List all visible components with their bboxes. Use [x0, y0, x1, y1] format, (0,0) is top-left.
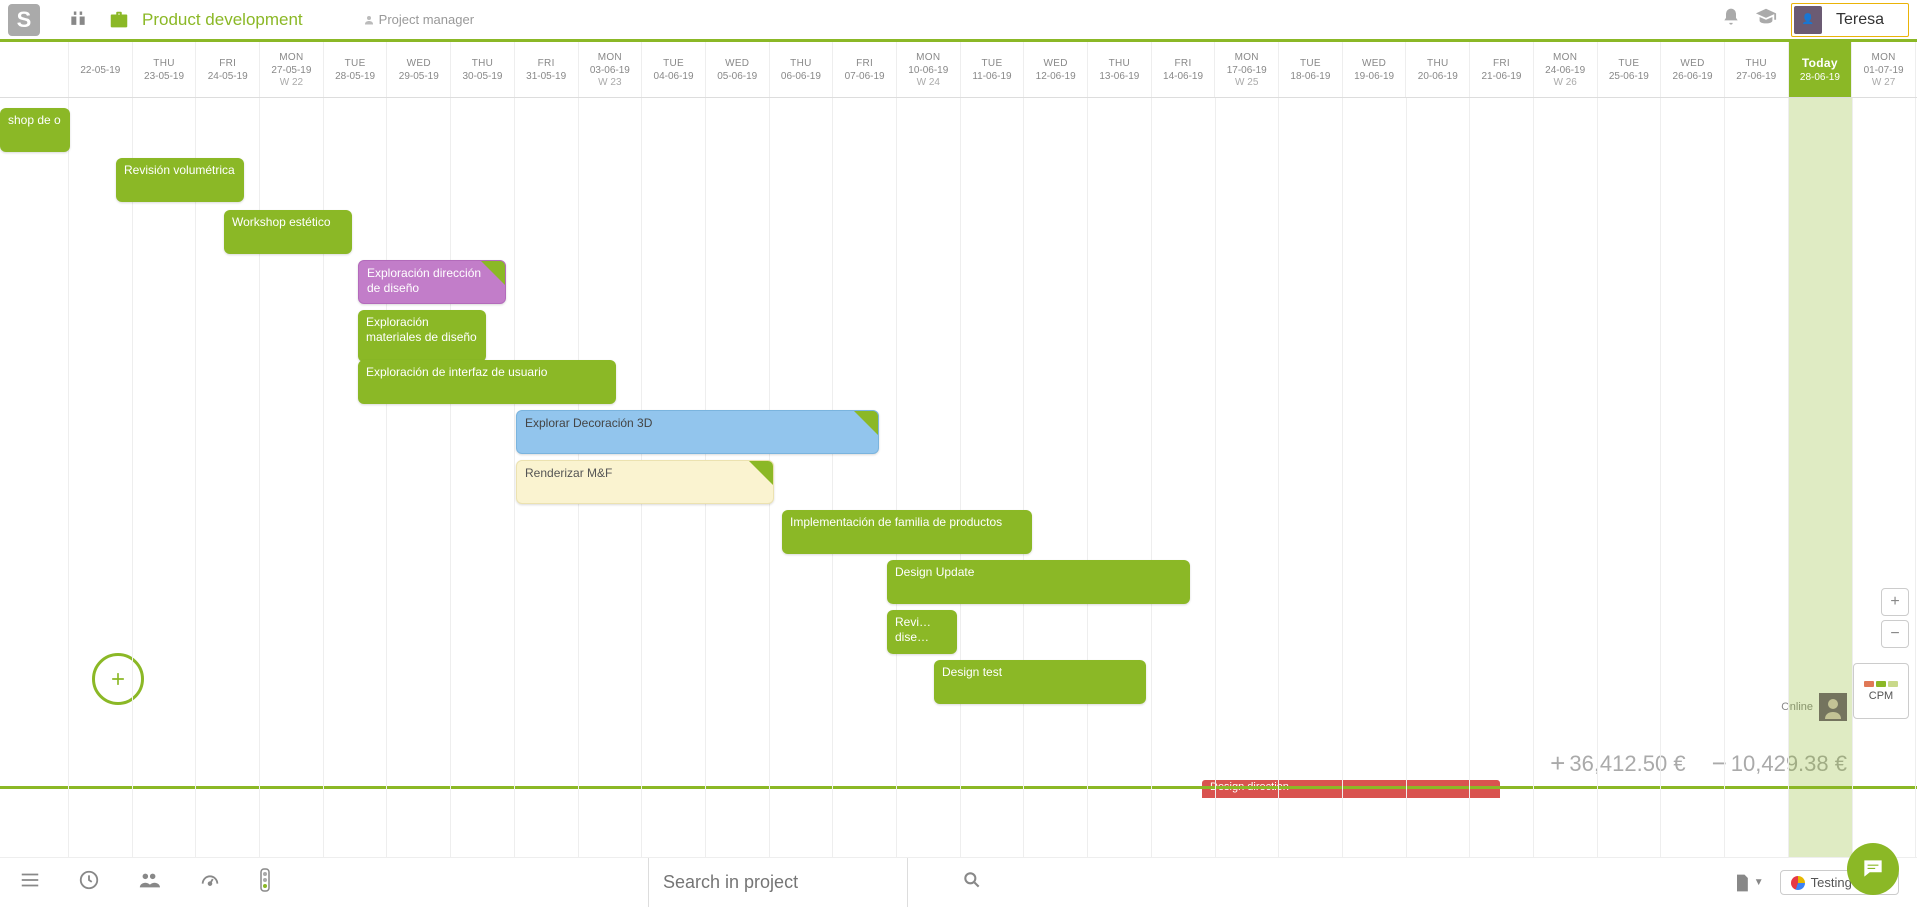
- avatar: 👤: [1794, 6, 1822, 34]
- timeline-col[interactable]: FRI21-06-19: [1470, 42, 1534, 97]
- timeline-col[interactable]: 22-05-19: [69, 42, 133, 97]
- grid-column: [1216, 98, 1280, 857]
- gantt-task[interactable]: Design Update: [887, 560, 1190, 604]
- gantt-task[interactable]: Revi… dise…: [887, 610, 957, 654]
- timeline-col[interactable]: TUE28-05-19: [324, 42, 388, 97]
- timeline-col[interactable]: MON01-07-19W 27: [1852, 42, 1916, 97]
- team-icon[interactable]: [136, 869, 162, 897]
- search-wrap: [648, 858, 908, 907]
- grid-column: [1853, 98, 1917, 857]
- grid-column: [897, 98, 961, 857]
- topbar-right: 👤 Teresa: [1721, 3, 1909, 37]
- timeline-col[interactable]: WED26-06-19: [1661, 42, 1725, 97]
- gantt-task[interactable]: Exploración materiales de diseño: [358, 310, 486, 362]
- timeline-col[interactable]: FRI07-06-19: [833, 42, 897, 97]
- graduation-icon[interactable]: [1755, 6, 1777, 33]
- timeline-col[interactable]: TUE25-06-19: [1598, 42, 1662, 97]
- timeline-col[interactable]: [0, 42, 69, 97]
- gantt-task[interactable]: Workshop estético: [224, 210, 352, 254]
- bottom-toolbar: ▼ Testing mode: [0, 857, 1917, 907]
- timeline-col[interactable]: WED19-06-19: [1343, 42, 1407, 97]
- timeline-header: 22-05-19THU23-05-19FRI24-05-19MON27-05-1…: [0, 42, 1917, 98]
- gantt-task[interactable]: Exploración dirección de diseño: [358, 260, 506, 304]
- grid-column: [69, 98, 133, 857]
- timeline-col[interactable]: FRI14-06-19: [1152, 42, 1216, 97]
- grid-column: [1152, 98, 1216, 857]
- project-title[interactable]: Product development: [142, 10, 303, 30]
- gantt-task[interactable]: Implementación de familia de productos: [782, 510, 1032, 554]
- document-dropdown[interactable]: ▼: [1732, 872, 1764, 894]
- timeline-col[interactable]: MON03-06-19W 23: [579, 42, 643, 97]
- timeline-col[interactable]: FRI31-05-19: [515, 42, 579, 97]
- grid-column: [1088, 98, 1152, 857]
- timeline-col[interactable]: WED05-06-19: [706, 42, 770, 97]
- grid-column: [1789, 98, 1853, 857]
- gantt-task[interactable]: Design test: [934, 660, 1146, 704]
- gantt-task[interactable]: Explorar Decoración 3D: [516, 410, 879, 454]
- grid-column: [1279, 98, 1343, 857]
- timeline-col[interactable]: FRI24-05-19: [196, 42, 260, 97]
- gantt-area[interactable]: + − CPM Online +36,412.50 € −10,429.38 €…: [0, 98, 1917, 857]
- timeline-col[interactable]: TUE18-06-19: [1279, 42, 1343, 97]
- project-manager-label[interactable]: Project manager: [363, 12, 474, 27]
- search-input[interactable]: [663, 872, 893, 893]
- timeline-col[interactable]: THU20-06-19: [1406, 42, 1470, 97]
- dashboard-icon[interactable]: [198, 869, 222, 897]
- timeline-col[interactable]: MON27-05-19W 22: [260, 42, 324, 97]
- grid-column: [1598, 98, 1662, 857]
- binoculars-icon[interactable]: [68, 9, 90, 31]
- pie-icon: [1791, 876, 1805, 890]
- timeline-col[interactable]: THU27-06-19: [1725, 42, 1789, 97]
- clock-icon[interactable]: [78, 869, 100, 897]
- timeline-col[interactable]: THU30-05-19: [451, 42, 515, 97]
- timeline-col[interactable]: THU06-06-19: [770, 42, 834, 97]
- grid-column: [1725, 98, 1789, 857]
- user-icon: [363, 14, 375, 26]
- search-button[interactable]: [944, 870, 1000, 896]
- timeline-col[interactable]: MON17-06-19W 25: [1215, 42, 1279, 97]
- top-bar: S Product development Project manager 👤 …: [0, 0, 1917, 42]
- grid-column: [833, 98, 897, 857]
- timeline-col[interactable]: THU23-05-19: [133, 42, 197, 97]
- grid-column: [1407, 98, 1471, 857]
- gantt-task[interactable]: Renderizar M&F: [516, 460, 774, 504]
- gantt-task[interactable]: Revisión volumétrica: [116, 158, 244, 202]
- grid-column: [961, 98, 1025, 857]
- timeline-col[interactable]: Today28-06-19: [1789, 42, 1853, 97]
- timeline-col[interactable]: WED29-05-19: [387, 42, 451, 97]
- timeline-col[interactable]: WED12-06-19: [1024, 42, 1088, 97]
- grid-column: [1534, 98, 1598, 857]
- traffic-light-icon[interactable]: [258, 868, 272, 898]
- grid-column: [451, 98, 515, 857]
- grid-column: [0, 98, 69, 857]
- user-name: Teresa: [1836, 11, 1884, 29]
- bell-icon[interactable]: [1721, 7, 1741, 32]
- chat-fab[interactable]: [1847, 843, 1899, 895]
- grid-column: [1470, 98, 1534, 857]
- grid-column: [133, 98, 197, 857]
- gantt-task[interactable]: Exploración de interfaz de usuario: [358, 360, 616, 404]
- grid-column: [1662, 98, 1726, 857]
- timeline-col[interactable]: TUE11-06-19: [961, 42, 1025, 97]
- timeline-col[interactable]: MON24-06-19W 26: [1534, 42, 1598, 97]
- timeline-col[interactable]: MON10-06-19W 24: [897, 42, 961, 97]
- grid-column: [770, 98, 834, 857]
- gantt-task[interactable]: shop de o: [0, 108, 70, 152]
- grid-column: [1025, 98, 1089, 857]
- app-logo[interactable]: S: [8, 4, 40, 36]
- timeline-col[interactable]: TUE04-06-19: [642, 42, 706, 97]
- grid-column: [388, 98, 452, 857]
- briefcase-icon[interactable]: [108, 9, 130, 31]
- list-view-icon[interactable]: [18, 869, 42, 897]
- timeline-col[interactable]: THU13-06-19: [1088, 42, 1152, 97]
- user-chip[interactable]: 👤 Teresa: [1791, 3, 1909, 37]
- grid-column: [1343, 98, 1407, 857]
